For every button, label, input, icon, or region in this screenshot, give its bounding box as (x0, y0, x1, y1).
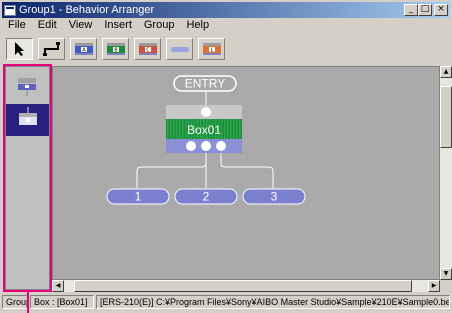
entry-label: ENTRY (185, 77, 225, 91)
menu-insert[interactable]: Insert (104, 19, 132, 33)
menu-bar: File Edit View Insert Group Help (4, 19, 209, 33)
scroll-up-button[interactable]: ▲ (440, 66, 452, 78)
vertical-scroll-thumb[interactable] (440, 86, 452, 148)
title-bar[interactable]: Group1 - Behavior Arranger _ □ × (2, 2, 450, 18)
horizontal-scrollbar[interactable]: ◀ ▶ (52, 280, 440, 292)
menu-file[interactable]: File (8, 19, 26, 33)
menu-view[interactable]: View (69, 19, 93, 33)
toolbar: A B C L (6, 36, 225, 62)
connector-icon (42, 42, 60, 56)
behavior-box-tool-button[interactable]: B (102, 38, 129, 60)
menu-edit[interactable]: Edit (38, 19, 57, 33)
box-b-icon: B (106, 43, 125, 55)
highlight-pointer (27, 292, 29, 313)
menu-help[interactable]: Help (186, 19, 209, 33)
box-l-icon: L (202, 43, 221, 55)
entry-node[interactable]: ENTRY (173, 75, 237, 92)
output-label-2: 2 (203, 190, 210, 204)
menu-group[interactable]: Group (144, 19, 175, 33)
scroll-down-button[interactable]: ▼ (440, 268, 452, 280)
output-label-3: 3 (271, 190, 278, 204)
status-path: [ERS-210(E)] C:¥Program Files¥Sony¥AIBO … (96, 295, 450, 309)
output-node-1[interactable]: 1 (106, 188, 170, 205)
box-a-icon-letter: A (82, 48, 86, 54)
output-node-3[interactable]: 3 (242, 188, 306, 205)
behavior-arranger-window: Group1 - Behavior Arranger _ □ × File Ed… (0, 0, 452, 313)
box-c-icon-letter: C (146, 48, 150, 54)
vertical-scrollbar[interactable]: ▲ ▼ (440, 66, 452, 280)
box-a-icon: A (74, 43, 93, 55)
graph-diagram: ENTRY Box01 1 2 3 (106, 75, 306, 205)
group-box-tool-button[interactable]: C (134, 38, 161, 60)
bar-icon (170, 47, 189, 52)
status-bar: Group Box : [Box01] [ERS-210(E)] C:¥Prog… (2, 294, 450, 310)
minimize-button[interactable]: _ (404, 4, 418, 16)
status-mode: Group (2, 295, 28, 309)
box-l-icon-letter: L (210, 48, 213, 54)
window-title: Group1 - Behavior Arranger (19, 4, 155, 16)
scroll-left-button[interactable]: ◀ (52, 280, 64, 292)
bar-tool-button[interactable] (166, 38, 193, 60)
box01-node[interactable]: Box01 (166, 105, 242, 153)
box-c-icon: C (138, 43, 157, 55)
arrow-cursor-icon (14, 42, 24, 56)
select-tool-button[interactable] (6, 38, 33, 60)
action-box-tool-button[interactable]: A (70, 38, 97, 60)
box01-label: Box01 (187, 123, 221, 137)
horizontal-scroll-thumb[interactable] (74, 280, 412, 292)
output-node-2[interactable]: 2 (174, 188, 238, 205)
scroll-right-button[interactable]: ▶ (428, 280, 440, 292)
box-b-icon-letter: B (114, 48, 118, 54)
loop-box-tool-button[interactable]: L (198, 38, 225, 60)
palette-highlight-frame (3, 64, 52, 292)
status-box: Box : [Box01] (30, 295, 94, 309)
behavior-canvas[interactable]: ENTRY Box01 1 2 3 (52, 66, 440, 280)
close-button[interactable]: × (434, 4, 448, 16)
output-label-1: 1 (135, 190, 142, 204)
maximize-button[interactable]: □ (418, 4, 432, 16)
app-icon (4, 4, 16, 16)
connect-tool-button[interactable] (38, 38, 65, 60)
